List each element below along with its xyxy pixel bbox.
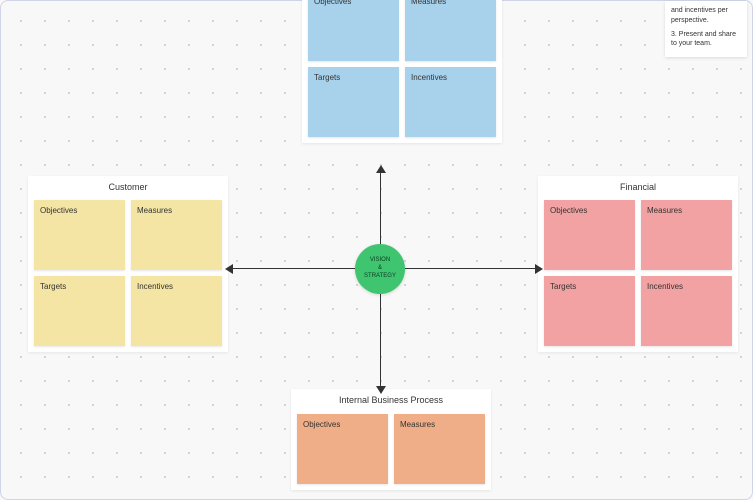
card-label: Measures [411,0,446,6]
card-label: Measures [400,420,435,429]
card-label: Targets [550,282,576,291]
card-objectives[interactable]: Objectives [544,200,635,270]
card-label: Objectives [303,420,340,429]
card-incentives[interactable]: Incentives [405,67,496,137]
arrowhead-down [376,386,386,394]
card-measures[interactable]: Measures [641,200,732,270]
note-line: and incentives per perspective. [671,6,741,26]
card-targets[interactable]: Targets [308,67,399,137]
card-incentives[interactable]: Incentives [641,276,732,346]
card-targets[interactable]: Targets [544,276,635,346]
arrow-down [380,294,381,386]
instructions-note[interactable]: and incentives per perspective. 3. Prese… [665,1,747,57]
arrow-up [380,171,381,244]
card-label: Measures [647,206,682,215]
card-label: Objectives [550,206,587,215]
card-label: Measures [137,206,172,215]
card-objectives[interactable]: Objectives [308,0,399,61]
arrowhead-right [535,264,543,274]
card-incentives[interactable]: Incentives [131,276,222,346]
card-objectives[interactable]: Objectives [297,414,388,484]
panel-title: Financial [538,176,738,200]
arrow-left [231,268,355,269]
card-label: Incentives [411,73,447,82]
card-label: Objectives [40,206,77,215]
panel-title: Customer [28,176,228,200]
note-line: 3. Present and share to your team. [671,30,741,50]
card-measures[interactable]: Measures [394,414,485,484]
panel-customer[interactable]: Customer Objectives Measures Targets Inc… [28,176,228,352]
card-measures[interactable]: Measures [131,200,222,270]
arrow-right [405,268,535,269]
card-label: Incentives [137,282,173,291]
arrowhead-up [376,165,386,173]
card-label: Targets [314,73,340,82]
center-vision-strategy[interactable]: VISION&STRATEGY [355,244,405,294]
card-label: Incentives [647,282,683,291]
card-label: Targets [40,282,66,291]
panel-internal-business-process[interactable]: Internal Business Process Objectives Mea… [291,389,491,490]
panel-top[interactable]: Objectives Measures Targets Incentives [302,0,502,143]
arrowhead-left [225,264,233,274]
card-measures[interactable]: Measures [405,0,496,61]
panel-financial[interactable]: Financial Objectives Measures Targets In… [538,176,738,352]
card-targets[interactable]: Targets [34,276,125,346]
card-label: Objectives [314,0,351,6]
panel-title: Internal Business Process [291,389,491,414]
center-label: VISION&STRATEGY [364,257,396,280]
card-objectives[interactable]: Objectives [34,200,125,270]
